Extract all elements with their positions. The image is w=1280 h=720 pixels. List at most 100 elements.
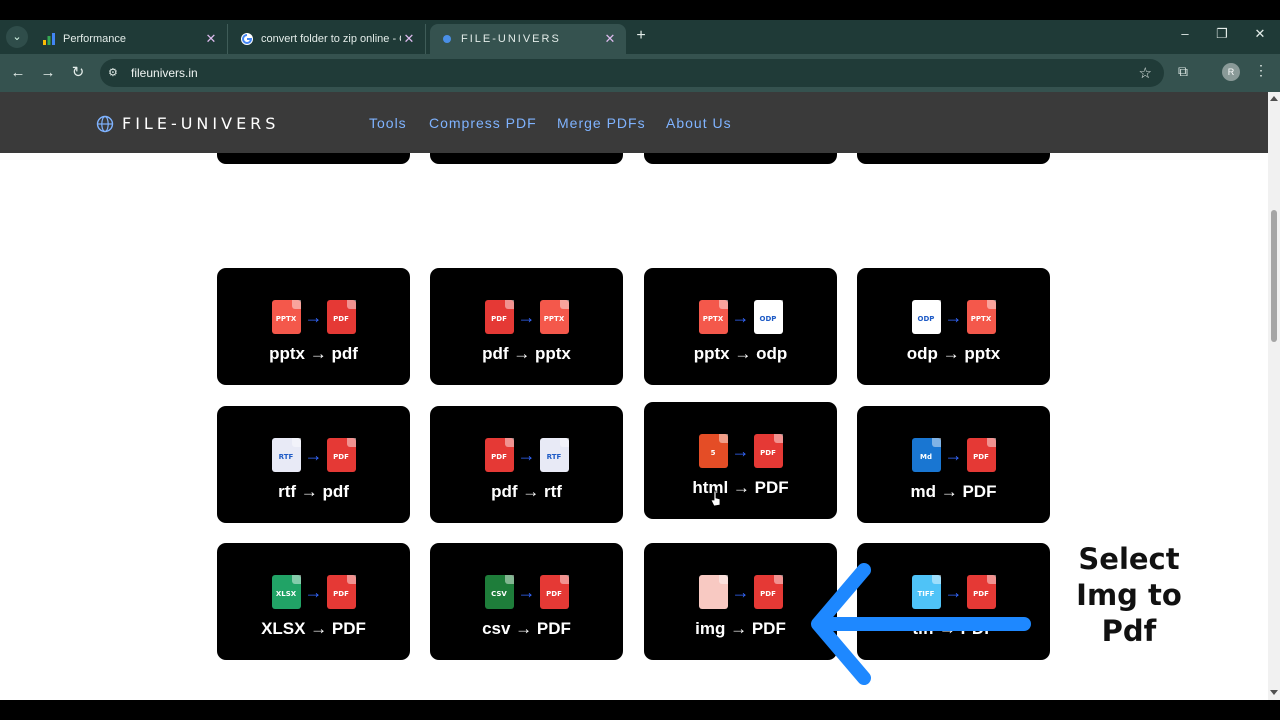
source-file-icon: PDF xyxy=(484,438,514,472)
callout-line: Img to xyxy=(1076,578,1182,612)
close-tab-icon[interactable]: ✕ xyxy=(401,31,417,47)
conversion-icons: ODP → PPTX xyxy=(857,300,1050,334)
restore-icon[interactable]: ❐ xyxy=(1212,26,1232,42)
tool-label: md → PDF xyxy=(910,482,997,501)
tool-card[interactable]: PPTX → ODP pptx → odp xyxy=(644,268,837,385)
top-letterbox xyxy=(0,0,1280,20)
page-viewport: FILE-UNIVERS Tools Compress PDF Merge PD… xyxy=(0,92,1268,700)
site-info-icon[interactable]: ⚙ xyxy=(108,66,122,80)
tool-label: pdf → rtf xyxy=(491,482,562,501)
file-type-label: PDF xyxy=(333,453,349,461)
scrollbar[interactable] xyxy=(1268,92,1280,700)
extensions-icon[interactable]: ⧉ xyxy=(1178,63,1188,80)
file-type-label: PPTX xyxy=(970,315,992,323)
avatar[interactable]: R xyxy=(1222,63,1240,81)
reload-icon[interactable]: ↻ xyxy=(68,64,88,82)
bottom-letterbox xyxy=(0,700,1280,720)
star-icon[interactable]: ☆ xyxy=(1139,64,1152,82)
source-file-icon: RTF xyxy=(271,438,301,472)
conversion-icons: RTF → PDF xyxy=(217,438,410,472)
tool-label: pptx → odp xyxy=(693,344,788,363)
nav-merge-pdfs[interactable]: Merge PDFs xyxy=(557,115,646,131)
target-file-icon: PDF xyxy=(753,434,783,468)
file-type-label: PDF xyxy=(333,590,349,598)
tool-card[interactable]: RTF → PDF rtf → pdf xyxy=(217,406,410,523)
performance-icon xyxy=(43,33,55,45)
tool-card[interactable]: ODP → PPTX odp → pptx xyxy=(857,268,1050,385)
tool-label: csv → PDF xyxy=(482,619,571,638)
file-type-label: PDF xyxy=(546,590,562,598)
hand-cursor-icon xyxy=(710,490,721,507)
site-header: FILE-UNIVERS Tools Compress PDF Merge PD… xyxy=(0,92,1268,153)
address-bar[interactable]: ⚙ fileunivers.in ☆ xyxy=(100,59,1164,87)
source-file-icon: PPTX xyxy=(271,300,301,334)
tab-title: Performance xyxy=(63,33,126,45)
tool-card[interactable]: CSV → PDF csv → PDF xyxy=(430,543,623,660)
file-type-label: ODP xyxy=(759,315,777,323)
close-tab-icon[interactable]: ✕ xyxy=(203,31,219,47)
nav-about-us[interactable]: About Us xyxy=(666,115,732,131)
source-file-icon: PPTX xyxy=(698,300,728,334)
conversion-icons: Md → PDF xyxy=(857,438,1050,472)
callout-line: Pdf xyxy=(1101,614,1157,648)
file-type-label: Md xyxy=(920,453,932,461)
back-icon[interactable]: ← xyxy=(8,64,28,82)
file-type-label: ODP xyxy=(917,315,935,323)
tool-card[interactable]: Md → PDF md → PDF xyxy=(857,406,1050,523)
scroll-thumb[interactable] xyxy=(1271,210,1277,342)
callout-text: Select Img to Pdf xyxy=(1060,541,1198,649)
source-file-icon: Md xyxy=(911,438,941,472)
tab-title: FILE-UNIVERS xyxy=(461,33,561,45)
target-file-icon: PPTX xyxy=(539,300,569,334)
tab-performance[interactable]: Performance ✕ xyxy=(32,24,228,54)
nav-compress-pdf[interactable]: Compress PDF xyxy=(429,115,537,131)
arrow-right-icon: → xyxy=(517,444,536,465)
conversion-icons: PPTX → PDF xyxy=(217,300,410,334)
arrow-right-icon: → xyxy=(944,444,963,465)
file-type-label: PPTX xyxy=(702,315,724,323)
pointer-arrow-icon xyxy=(811,563,1031,685)
source-file-icon: PDF xyxy=(484,300,514,334)
minimize-icon[interactable]: – xyxy=(1175,26,1195,41)
file-type-label: PPTX xyxy=(543,315,565,323)
tool-card[interactable]: PDF → RTF pdf → rtf xyxy=(430,406,623,523)
tool-card[interactable]: PDF → PPTX pdf → pptx xyxy=(430,268,623,385)
new-tab-icon[interactable]: + xyxy=(631,26,651,46)
brand-name: FILE-UNIVERS xyxy=(122,114,280,133)
callout-line: Select xyxy=(1078,542,1180,576)
scroll-down-icon[interactable] xyxy=(1270,690,1278,695)
file-type-label: CSV xyxy=(491,590,507,598)
file-type-label: RTF xyxy=(278,453,294,461)
tool-card[interactable]: XLSX → PDF XLSX → PDF xyxy=(217,543,410,660)
forward-icon[interactable]: → xyxy=(38,64,58,82)
target-file-icon: PDF xyxy=(753,575,783,609)
target-file-icon: PPTX xyxy=(966,300,996,334)
tool-card[interactable]: PPTX → PDF pptx → pdf xyxy=(217,268,410,385)
scroll-up-icon[interactable] xyxy=(1270,96,1278,101)
source-file-icon: ODP xyxy=(911,300,941,334)
url-text[interactable]: fileunivers.in xyxy=(131,66,198,80)
arrow-right-icon: → xyxy=(517,306,536,327)
menu-icon[interactable]: ⋮ xyxy=(1254,62,1268,79)
tab-google-search[interactable]: convert folder to zip online - Go ✕ xyxy=(230,24,426,54)
nav-tools[interactable]: Tools xyxy=(369,115,407,131)
conversion-icons: PPTX → ODP xyxy=(644,300,837,334)
file-type-label: PDF xyxy=(760,449,776,457)
tool-label: html → PDF xyxy=(692,478,789,497)
target-file-icon: PDF xyxy=(326,575,356,609)
close-tab-icon[interactable]: ✕ xyxy=(602,31,618,47)
tab-file-univers[interactable]: FILE-UNIVERS ✕ xyxy=(430,24,626,54)
conversion-icons: PDF → RTF xyxy=(430,438,623,472)
site-brand[interactable]: FILE-UNIVERS xyxy=(96,114,279,133)
close-icon[interactable]: ✕ xyxy=(1250,26,1270,42)
target-file-icon: PDF xyxy=(326,300,356,334)
target-file-icon: PDF xyxy=(326,438,356,472)
tab-search-icon[interactable]: ⌄ xyxy=(6,26,28,48)
source-file-icon: XLSX xyxy=(271,575,301,609)
tool-card[interactable]: 5 → PDF html → PDF xyxy=(644,402,837,519)
tab-title: convert folder to zip online - Go xyxy=(261,33,401,45)
file-type-label: PDF xyxy=(333,315,349,323)
globe-icon xyxy=(443,35,451,43)
arrow-right-icon: → xyxy=(304,444,323,465)
file-type-label: PPTX xyxy=(275,315,297,323)
